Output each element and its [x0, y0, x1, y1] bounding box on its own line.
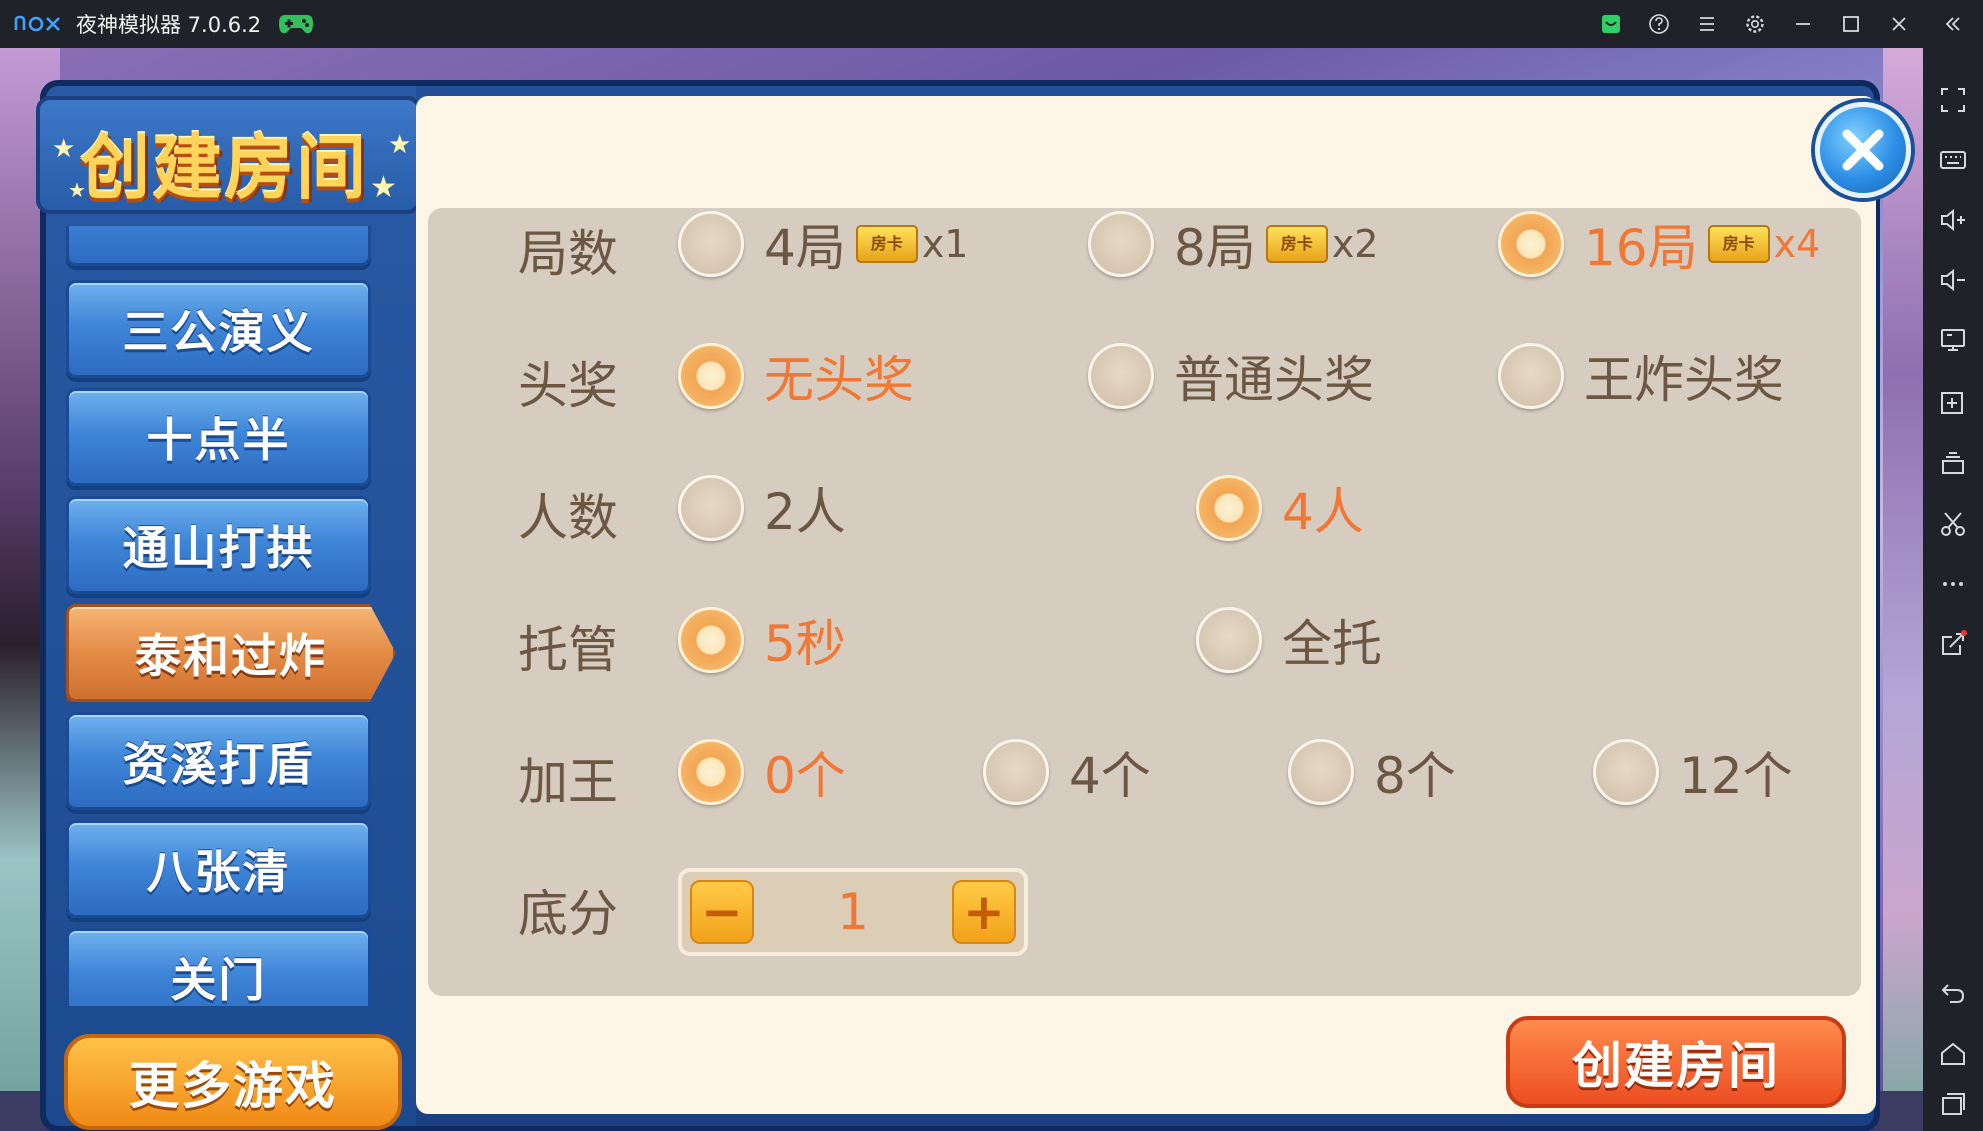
star-icon: ★	[388, 130, 412, 160]
star-icon: ★	[52, 134, 76, 164]
room-card-icon: 房卡	[855, 225, 918, 263]
rounds-label: 局数	[518, 225, 618, 283]
base-score-label: 底分	[518, 885, 618, 943]
radio-button-selected[interactable]	[1196, 475, 1262, 541]
rounds-option-8[interactable]: 8局 房卡 x2	[1088, 208, 1378, 280]
volume-down-icon[interactable]	[1923, 254, 1983, 306]
close-icon	[1842, 129, 1884, 171]
multi-instance-icon[interactable]	[1923, 438, 1983, 490]
jokers-option-8[interactable]: 8个	[1288, 736, 1456, 808]
players-label: 人数	[518, 489, 618, 547]
jokers-option-0[interactable]: 0个	[678, 736, 846, 808]
autoplay-option-full[interactable]: 全托	[1196, 604, 1382, 676]
create-room-dialog: 三公演义 十点半 通山打拱 泰和过炸 资溪打盾 八张清 关门 更多游戏 ★ 创建…	[36, 80, 1880, 1131]
create-room-button[interactable]: 创建房间	[1506, 1016, 1846, 1108]
autoplay-label: 托管	[518, 621, 618, 679]
radio-button-selected[interactable]	[678, 607, 744, 673]
fullscreen-icon[interactable]	[1923, 74, 1983, 126]
autoplay-option-5s[interactable]: 5秒	[678, 604, 846, 676]
jackpot-option-normal[interactable]: 普通头奖	[1088, 340, 1374, 412]
players-option-4[interactable]: 4人	[1196, 472, 1364, 544]
radio-button[interactable]	[1088, 211, 1154, 277]
jackpot-option-bomb[interactable]: 王炸头奖	[1498, 340, 1784, 412]
maximize-icon[interactable]	[1827, 0, 1875, 48]
gamepad-icon[interactable]	[277, 11, 315, 37]
game-item-sangong[interactable]: 三公演义	[66, 280, 371, 378]
game-list-panel: 三公演义 十点半 通山打拱 泰和过炸 资溪打盾 八张清 关门 更多游戏	[46, 86, 416, 1130]
room-card-icon: 房卡	[1707, 225, 1770, 263]
radio-button-selected[interactable]	[678, 739, 744, 805]
game-viewport: 三公演义 十点半 通山打拱 泰和过炸 资溪打盾 八张清 关门 更多游戏 ★ 创建…	[0, 48, 1923, 1131]
increase-button[interactable]: +	[952, 880, 1016, 944]
players-option-2[interactable]: 2人	[678, 472, 846, 544]
collapse-sidebar-icon[interactable]	[1923, 0, 1983, 48]
close-dialog-button[interactable]	[1815, 102, 1911, 198]
nox-logo-icon	[14, 15, 60, 32]
room-card-icon: 房卡	[1265, 225, 1328, 263]
menu-icon[interactable]	[1683, 0, 1731, 48]
jokers-label: 加王	[518, 753, 618, 811]
options-panel: 局数 4局 房卡 x1 8局 房卡 x2 16局 房卡 x4 头奖 无头奖 普通…	[428, 208, 1861, 996]
share-icon[interactable]	[1923, 618, 1983, 670]
star-icon: ★	[370, 170, 397, 205]
star-icon: ★	[68, 178, 86, 202]
background-art-right	[1883, 48, 1923, 1131]
game-item-guanmen[interactable]: 关门	[66, 928, 371, 1006]
app-title: 夜神模拟器 7.0.6.2	[76, 13, 262, 37]
jokers-option-12[interactable]: 12个	[1593, 736, 1793, 808]
radio-button[interactable]	[1088, 343, 1154, 409]
more-games-button[interactable]: 更多游戏	[64, 1034, 402, 1130]
scissors-icon[interactable]	[1923, 498, 1983, 550]
radio-button[interactable]	[678, 475, 744, 541]
base-score-stepper: 1 − +	[678, 868, 1028, 956]
game-list[interactable]: 三公演义 十点半 通山打拱 泰和过炸 资溪打盾 八张清 关门	[66, 226, 411, 1006]
radio-button[interactable]	[1498, 343, 1564, 409]
game-item-tongshan[interactable]: 通山打拱	[66, 496, 371, 594]
radio-button[interactable]	[1288, 739, 1354, 805]
radio-button-selected[interactable]	[678, 343, 744, 409]
game-item-shidianban[interactable]: 十点半	[66, 388, 371, 486]
jackpot-label: 头奖	[518, 357, 618, 415]
volume-up-icon[interactable]	[1923, 194, 1983, 246]
game-item-partial[interactable]	[66, 226, 371, 266]
radio-button[interactable]	[1593, 739, 1659, 805]
radio-button[interactable]	[678, 211, 744, 277]
dialog-title: 创建房间	[80, 127, 368, 209]
options-content: 局数 4局 房卡 x1 8局 房卡 x2 16局 房卡 x4 头奖 无头奖 普通…	[416, 96, 1876, 1114]
game-item-taihe-active[interactable]: 泰和过炸	[66, 604, 396, 702]
emulator-toolbar	[1923, 48, 1983, 1131]
rounds-option-16[interactable]: 16局 房卡 x4	[1498, 208, 1820, 280]
recent-apps-icon[interactable]	[1923, 1078, 1983, 1130]
minimize-icon[interactable]	[1779, 0, 1827, 48]
rounds-option-4[interactable]: 4局 房卡 x1	[678, 208, 968, 280]
radio-button[interactable]	[1196, 607, 1262, 673]
jokers-option-4[interactable]: 4个	[983, 736, 1151, 808]
user-center-icon[interactable]	[1587, 0, 1635, 48]
jackpot-option-none[interactable]: 无头奖	[678, 340, 914, 412]
radio-button-selected[interactable]	[1498, 211, 1564, 277]
help-icon[interactable]	[1635, 0, 1683, 48]
game-item-zixi[interactable]: 资溪打盾	[66, 712, 371, 810]
install-apk-icon[interactable]	[1923, 378, 1983, 430]
radio-button[interactable]	[983, 739, 1049, 805]
screen-icon[interactable]	[1923, 314, 1983, 366]
back-icon[interactable]	[1923, 968, 1983, 1020]
settings-gear-icon[interactable]	[1731, 0, 1779, 48]
game-item-bazhangqing[interactable]: 八张清	[66, 820, 371, 918]
decrease-button[interactable]: −	[690, 880, 754, 944]
emulator-titlebar: 夜神模拟器 7.0.6.2	[0, 0, 1983, 48]
close-window-icon[interactable]	[1875, 0, 1923, 48]
more-icon[interactable]	[1923, 558, 1983, 610]
dialog-title-badge: ★ 创建房间 ★ ★ ★	[36, 96, 421, 214]
home-icon[interactable]	[1923, 1028, 1983, 1080]
keyboard-icon[interactable]	[1923, 134, 1983, 186]
